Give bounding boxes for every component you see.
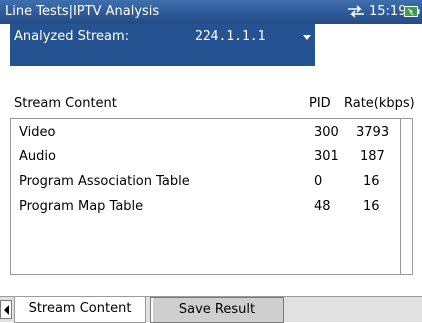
arrow-left-icon xyxy=(4,305,9,315)
cell-content: Program Map Table xyxy=(19,199,144,214)
table-row[interactable]: Video 300 3793 xyxy=(11,125,401,145)
cell-content: Video xyxy=(19,125,56,140)
clock: 15:19 xyxy=(369,4,407,19)
cell-rate: 16 xyxy=(363,174,380,189)
cell-pid: 0 xyxy=(314,174,323,189)
cell-content: Program Association Table xyxy=(19,174,190,189)
cell-rate: 16 xyxy=(363,199,380,214)
column-header-rate: Rate(kbps) xyxy=(344,96,415,111)
column-header-stream-content: Stream Content xyxy=(14,96,117,111)
cell-content: Audio xyxy=(19,149,56,164)
cell-pid: 300 xyxy=(314,125,339,140)
tab-bar: Stream Content Save Result xyxy=(0,296,422,323)
analyzed-stream-value: 224.1.1.1 xyxy=(195,29,266,44)
column-header-pid: PID xyxy=(309,96,331,111)
cell-pid: 301 xyxy=(314,149,339,164)
analyzed-stream-select[interactable]: Analyzed Stream: 224.1.1.1 xyxy=(10,24,315,66)
table-scrollbar[interactable] xyxy=(400,119,412,274)
tab-scroll-left-button[interactable] xyxy=(0,300,12,319)
cell-pid: 48 xyxy=(314,199,331,214)
table-header: Stream Content PID Rate(kbps) xyxy=(0,96,422,116)
stream-content-table: Video 300 3793 Audio 301 187 Program Ass… xyxy=(10,118,413,275)
table-row[interactable]: Program Map Table 48 16 xyxy=(11,199,401,219)
battery-icon xyxy=(404,6,420,17)
table-row[interactable]: Program Association Table 0 16 xyxy=(11,174,401,194)
analyzed-stream-label: Analyzed Stream: xyxy=(14,29,130,44)
tab-stream-content[interactable]: Stream Content xyxy=(14,297,146,323)
window-title: Line Tests|IPTV Analysis xyxy=(5,4,160,19)
title-bar: Line Tests|IPTV Analysis 15:19 xyxy=(0,0,422,24)
network-activity-icon xyxy=(348,5,364,18)
cell-rate: 3793 xyxy=(356,125,390,140)
table-row[interactable]: Audio 301 187 xyxy=(11,149,401,169)
cell-rate: 187 xyxy=(360,149,385,164)
tab-save-result[interactable]: Save Result xyxy=(150,297,284,323)
chevron-down-icon[interactable] xyxy=(303,35,311,40)
